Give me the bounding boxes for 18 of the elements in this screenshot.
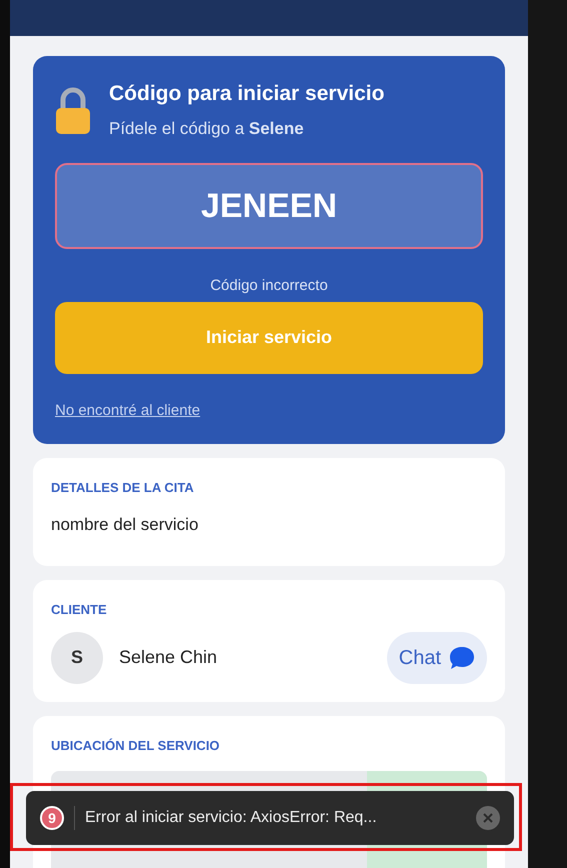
code-input-field[interactable]: JENEEN — [55, 163, 483, 249]
service-name: nombre del servicio — [51, 514, 200, 536]
code-title: Código para iniciar servicio — [109, 81, 384, 107]
chat-button[interactable]: Chat — [386, 632, 487, 684]
close-icon — [483, 813, 493, 823]
error-count-badge: 9 — [40, 806, 64, 830]
section-heading: UBICACIÓN DEL SERVICIO — [51, 736, 221, 754]
padlock-icon — [55, 86, 91, 136]
speech-bubble-icon — [449, 646, 475, 670]
section-heading: CLIENTE — [51, 601, 108, 619]
error-toast-message: Error al iniciar servicio: AxiosError: Req... — [85, 808, 378, 828]
client-not-found-link[interactable]: No encontré al cliente — [55, 400, 200, 422]
code-subtitle: Pídele el código a Selene — [109, 118, 305, 140]
client-avatar: S — [51, 632, 103, 684]
client-name: Selene Chin — [119, 646, 218, 669]
error-message: Código incorrecto — [210, 276, 328, 296]
close-button[interactable] — [476, 806, 500, 830]
section-heading: DETALLES DE LA CITA — [51, 479, 195, 497]
